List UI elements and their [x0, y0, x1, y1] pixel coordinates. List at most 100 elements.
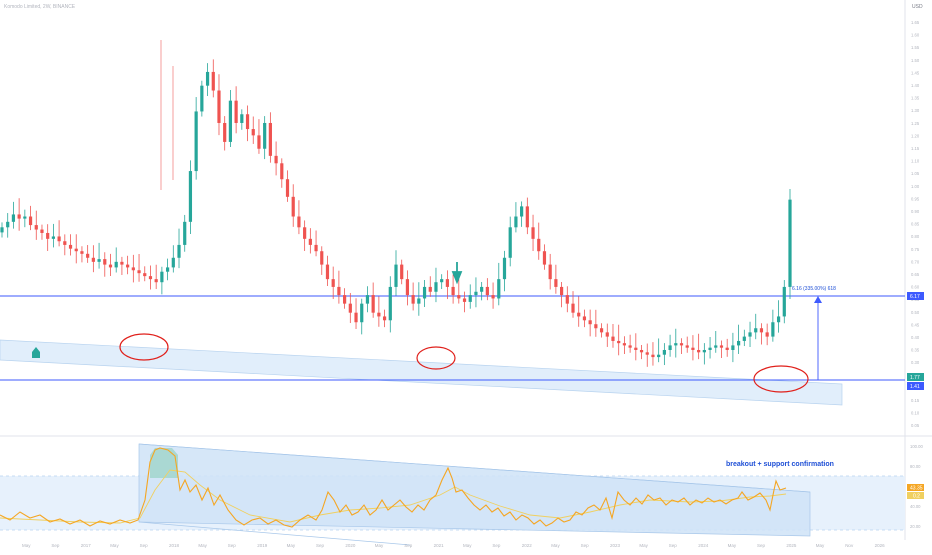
candle-body	[759, 328, 764, 333]
candle-body	[57, 236, 61, 242]
candle-body	[171, 257, 175, 268]
candle-body	[154, 279, 158, 283]
candle-body	[719, 345, 724, 348]
candle-body	[457, 295, 461, 299]
candle-body	[548, 264, 552, 280]
candle-body	[662, 349, 666, 355]
currency-label: USD	[912, 4, 923, 10]
candle-body	[297, 216, 301, 228]
time-tick-label: Sep	[581, 543, 590, 548]
candle-body	[748, 332, 752, 337]
candle-body	[708, 347, 712, 350]
price-tick-label: 1.30	[911, 108, 920, 113]
candle-body	[577, 312, 581, 317]
candle-body	[325, 264, 330, 280]
candle-body	[531, 227, 535, 239]
candle-body	[434, 282, 438, 292]
candle-body	[46, 232, 50, 239]
price-tick-label: 1.35	[911, 96, 920, 101]
candle-body	[691, 347, 695, 350]
candle-body	[582, 316, 587, 321]
candle-body	[537, 238, 541, 252]
candle-body	[508, 227, 512, 258]
candle-body	[251, 129, 255, 136]
candle-body	[194, 111, 198, 172]
candle-body	[285, 179, 290, 197]
candle-body	[559, 286, 564, 296]
candle-body	[617, 340, 621, 344]
candle-body	[183, 221, 187, 245]
candle-body	[480, 286, 484, 292]
candle-body	[143, 273, 147, 277]
candle-body	[737, 340, 741, 346]
candle-body	[0, 227, 4, 233]
candle-body	[103, 259, 107, 265]
candle-body	[462, 298, 467, 302]
candle-body	[257, 135, 261, 149]
candle-body	[594, 324, 598, 329]
candle-body	[588, 320, 592, 325]
candle-body	[80, 251, 84, 254]
rsi-tag-2-text: 0.2	[913, 494, 920, 500]
price-tick-label: 1.50	[911, 58, 920, 63]
rsi-tick-label: 100.00	[910, 444, 923, 449]
candle-body	[657, 354, 661, 358]
candle-body	[86, 253, 90, 258]
candle-body	[702, 349, 706, 353]
candle-body	[520, 206, 524, 217]
price-tick-label: 1.40	[911, 83, 920, 88]
candle-body	[645, 352, 649, 355]
time-tick-label: Sep	[228, 543, 237, 548]
candle-body	[97, 259, 101, 262]
time-ticks: May Sep 2017 May Sep 2018 May Sep 2019 May Sep 2020…	[22, 543, 885, 548]
candle-body	[245, 114, 250, 130]
candle-body	[445, 279, 449, 287]
candle-body	[314, 244, 318, 252]
candle-body	[160, 271, 164, 283]
candle-body	[417, 298, 421, 304]
candle-body	[411, 295, 415, 304]
candle-body	[120, 261, 124, 265]
price-tick-label: 0.75	[911, 247, 920, 252]
candle-body	[343, 295, 347, 304]
candle-body	[280, 163, 284, 180]
time-tick-label: May	[287, 543, 296, 548]
candle-body	[228, 100, 233, 142]
rsi-tag-1-text: 43.35	[910, 486, 923, 492]
price-tick-label: 0.05	[911, 423, 920, 428]
time-tick-label: Sep	[757, 543, 766, 548]
candle-body	[725, 347, 729, 350]
time-tick-label: Sep	[669, 543, 678, 548]
candle-body	[554, 279, 558, 287]
candle-body	[788, 199, 792, 287]
candle-body	[428, 286, 432, 292]
symbol-title: Komodo Limited, 2W, BINANCE	[4, 4, 76, 10]
price-tick-label: 1.55	[911, 45, 920, 50]
candle-body	[365, 295, 370, 304]
candle-body	[205, 71, 210, 86]
candle-body	[611, 336, 615, 341]
candle-body	[63, 241, 67, 245]
candle-body	[679, 343, 684, 346]
time-tick-label: May	[551, 543, 560, 548]
candle-body	[771, 322, 775, 337]
price-tick-label: 0.60	[911, 285, 920, 290]
candle-body	[211, 71, 215, 91]
candle-body	[200, 85, 204, 112]
candle-body	[217, 90, 221, 123]
candle-body	[360, 303, 364, 323]
candle-body	[91, 257, 95, 262]
price-tick-label: 0.50	[911, 310, 920, 315]
candle-body	[331, 279, 335, 287]
candle-body	[234, 100, 238, 123]
candle-body	[108, 264, 113, 268]
price-tick-label: 1.60	[911, 33, 920, 38]
time-tick-label: 2020	[345, 543, 356, 548]
candle-body	[74, 248, 78, 252]
price-tick-label: 0.90	[911, 209, 920, 214]
candle-body	[354, 312, 358, 323]
time-tick-label: May	[375, 543, 384, 548]
measure-label: 6.16 (335.00%) 618	[792, 286, 836, 292]
price-tick-label: 1.20	[911, 133, 920, 138]
candle-body	[400, 264, 404, 280]
